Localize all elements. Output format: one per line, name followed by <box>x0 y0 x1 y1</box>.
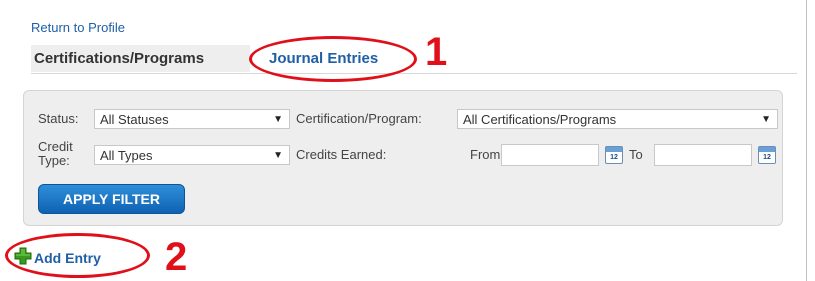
credit-type-label-line2: Type: <box>38 153 70 168</box>
tab-bar: Certifications/Programs Journal Entries <box>31 45 797 74</box>
to-date-input[interactable] <box>654 144 752 166</box>
chevron-down-icon: ▼ <box>273 114 283 125</box>
return-to-profile-link[interactable]: Return to Profile <box>31 20 125 35</box>
to-label: To <box>629 147 643 162</box>
chevron-down-icon: ▼ <box>761 114 771 125</box>
tab-journal-entries[interactable]: Journal Entries <box>263 45 384 72</box>
certification-program-select-value: All Certifications/Programs <box>463 112 617 127</box>
chevron-down-icon: ▼ <box>273 150 283 161</box>
annotation-number-2: 2 <box>165 235 188 279</box>
filter-panel: Status: All Statuses ▼ Certification/Pro… <box>23 90 783 226</box>
tab-certifications-programs[interactable]: Certifications/Programs <box>31 45 250 72</box>
certification-program-select[interactable]: All Certifications/Programs ▼ <box>457 109 778 129</box>
credit-type-label-line1: Credit <box>38 139 73 154</box>
credit-type-label: Credit Type: <box>38 140 73 168</box>
annotation-number-1: 1 <box>425 30 448 74</box>
from-date-input[interactable] <box>501 144 599 166</box>
credits-earned-label: Credits Earned: <box>296 147 387 162</box>
credit-type-select[interactable]: All Types ▼ <box>94 145 290 165</box>
apply-filter-button[interactable]: APPLY FILTER <box>38 184 185 214</box>
calendar-icon[interactable]: 12 <box>758 146 776 164</box>
from-label: From <box>470 147 501 162</box>
status-select-value: All Statuses <box>100 112 169 127</box>
plus-icon <box>14 247 32 265</box>
calendar-icon[interactable]: 12 <box>605 146 623 164</box>
credit-type-select-value: All Types <box>100 148 153 163</box>
status-label: Status: <box>38 111 79 126</box>
status-select[interactable]: All Statuses ▼ <box>94 109 290 129</box>
add-entry-label: Add Entry <box>34 250 101 266</box>
certification-program-label: Certification/Program: <box>296 111 422 126</box>
